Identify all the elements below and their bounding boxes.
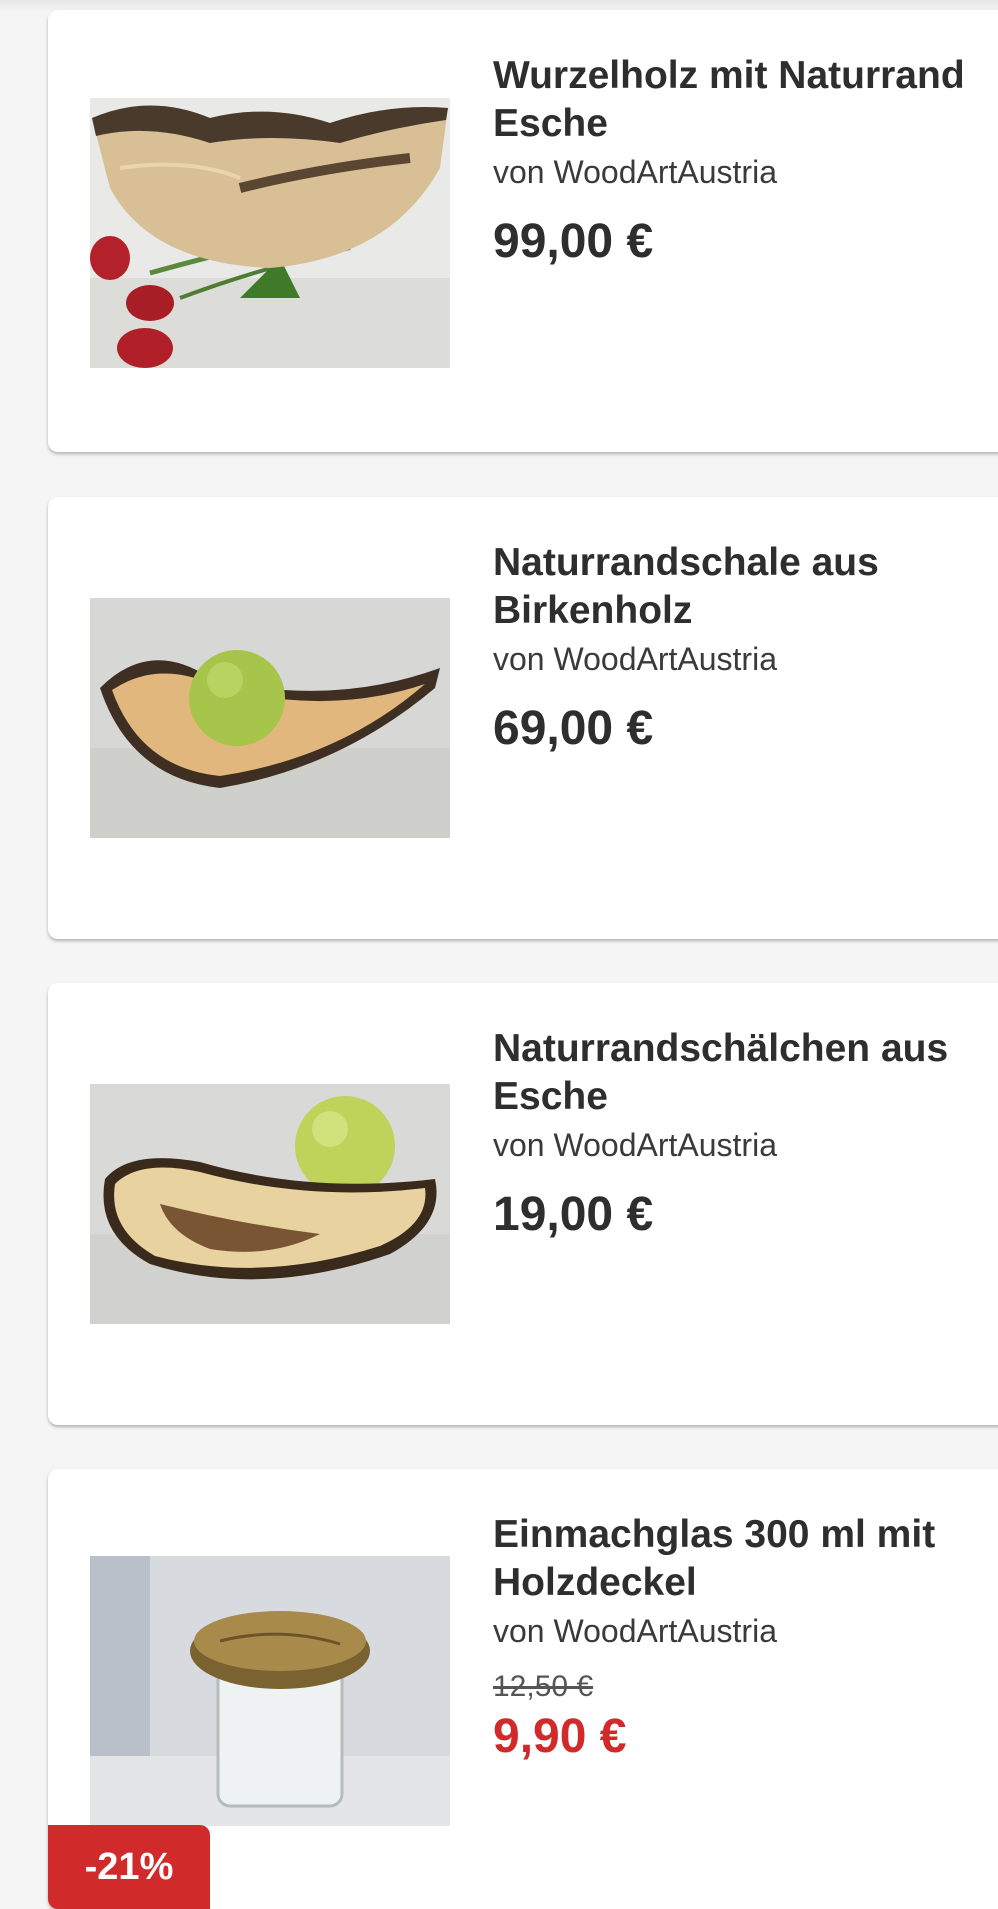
product-seller[interactable]: von WoodArtAustria: [493, 1125, 998, 1165]
product-title[interactable]: Naturrandschale aus Birkenholz: [493, 539, 998, 635]
product-card[interactable]: Naturrandschälchen aus Esche von WoodArt…: [48, 983, 998, 1425]
product-image[interactable]: [90, 1556, 450, 1826]
original-price: 12,50 €: [493, 1670, 594, 1703]
product-image[interactable]: [90, 598, 450, 838]
product-image[interactable]: [90, 1084, 450, 1324]
product-info: Wurzelholz mit Naturrand Esche von WoodA…: [493, 52, 998, 270]
product-card[interactable]: Wurzelholz mit Naturrand Esche von WoodA…: [48, 10, 998, 452]
product-info: Naturrandschälchen aus Esche von WoodArt…: [493, 1025, 998, 1243]
product-price: 69,00 €: [493, 702, 654, 755]
product-card[interactable]: Naturrandschale aus Birkenholz von WoodA…: [48, 497, 998, 939]
product-seller[interactable]: von WoodArtAustria: [493, 152, 998, 192]
product-image[interactable]: [90, 98, 450, 368]
product-card[interactable]: -21% Einmachglas 300 ml mit Holzdeckel v…: [48, 1469, 998, 1909]
product-info: Einmachglas 300 ml mit Holzdeckel von Wo…: [493, 1511, 998, 1765]
product-price: 19,00 €: [493, 1188, 654, 1241]
product-seller[interactable]: von WoodArtAustria: [493, 639, 998, 679]
product-title[interactable]: Naturrandschälchen aus Esche: [493, 1025, 998, 1121]
product-seller[interactable]: von WoodArtAustria: [493, 1611, 998, 1651]
sale-price: 9,90 €: [493, 1710, 627, 1763]
product-title[interactable]: Einmachglas 300 ml mit Holzdeckel: [493, 1511, 998, 1607]
product-info: Naturrandschale aus Birkenholz von WoodA…: [493, 539, 998, 757]
product-list: Wurzelholz mit Naturrand Esche von WoodA…: [0, 0, 998, 1909]
product-title[interactable]: Wurzelholz mit Naturrand Esche: [493, 52, 998, 148]
product-price: 99,00 €: [493, 215, 654, 268]
discount-badge: -21%: [48, 1825, 210, 1909]
